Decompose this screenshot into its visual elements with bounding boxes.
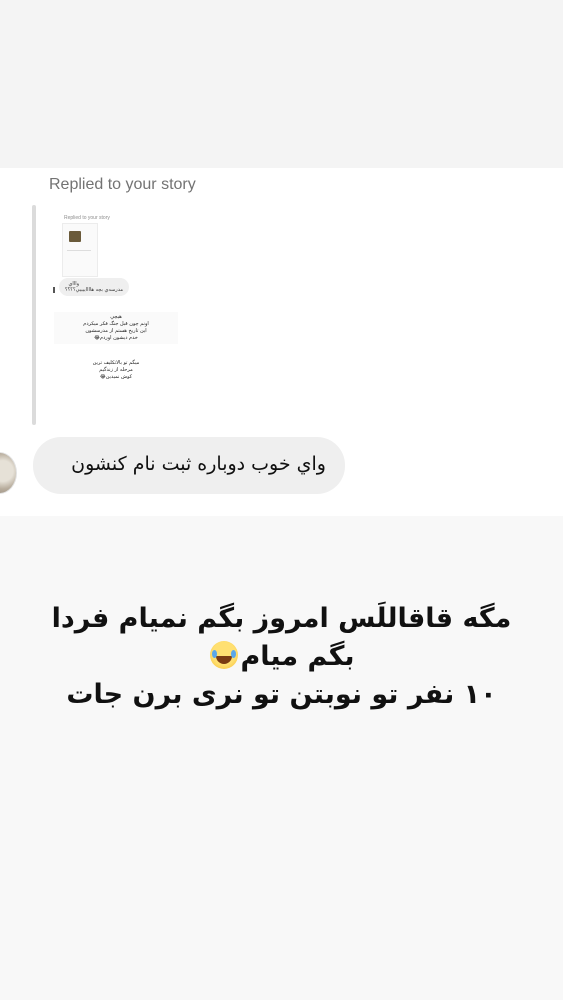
story-text-line-2-row: بگم میام bbox=[40, 638, 523, 676]
top-blank-area bbox=[0, 0, 563, 168]
story-text-line-2: بگم میام bbox=[240, 641, 355, 672]
story-text-line-1: مگه قاقاللَس امروز بگم نمیام فردا bbox=[51, 603, 512, 634]
reply-message-bubble[interactable]: واي خوب دوباره ثبت نام كنشون bbox=[33, 437, 345, 494]
thumbnail-story-card bbox=[62, 223, 98, 277]
replied-to-story-label: Replied to your story bbox=[49, 176, 196, 193]
thumbnail-replied-label: Replied to your story bbox=[64, 215, 110, 221]
thumbnail-bubble-line2: مدرسه‌ي بچه هااااييييي؟؟؟؟ bbox=[64, 287, 123, 293]
thumbnail-story-image bbox=[69, 231, 81, 242]
thumbnail-message-1: هيچي اونم چون قبل جنگ فكر ميكردم اين تار… bbox=[54, 312, 178, 344]
face-with-tears-of-joy-icon bbox=[210, 641, 239, 669]
thumbnail-bubble: واااي مدرسه‌ي بچه هااااييييي؟؟؟؟ bbox=[59, 278, 129, 296]
thumbnail-card-line bbox=[67, 250, 91, 251]
reply-message-text: واي خوب دوباره ثبت نام كنشون bbox=[71, 453, 326, 475]
thumbnail-bar-icon bbox=[53, 287, 55, 293]
thumbnail-message-2: ميگم تو بالاتكليف ترين مرحله از زندگيم ك… bbox=[92, 360, 140, 380]
story-text-line-3: ۱۰ نفر تو نوبتن تو نری برن جات bbox=[66, 679, 497, 710]
story-thumbnail[interactable]: Replied to your story واااي مدرسه‌ي بچه … bbox=[44, 205, 180, 423]
story-text-block: مگه قاقاللَس امروز بگم نمیام فردا بگم می… bbox=[40, 600, 523, 714]
quote-bar bbox=[32, 205, 36, 425]
